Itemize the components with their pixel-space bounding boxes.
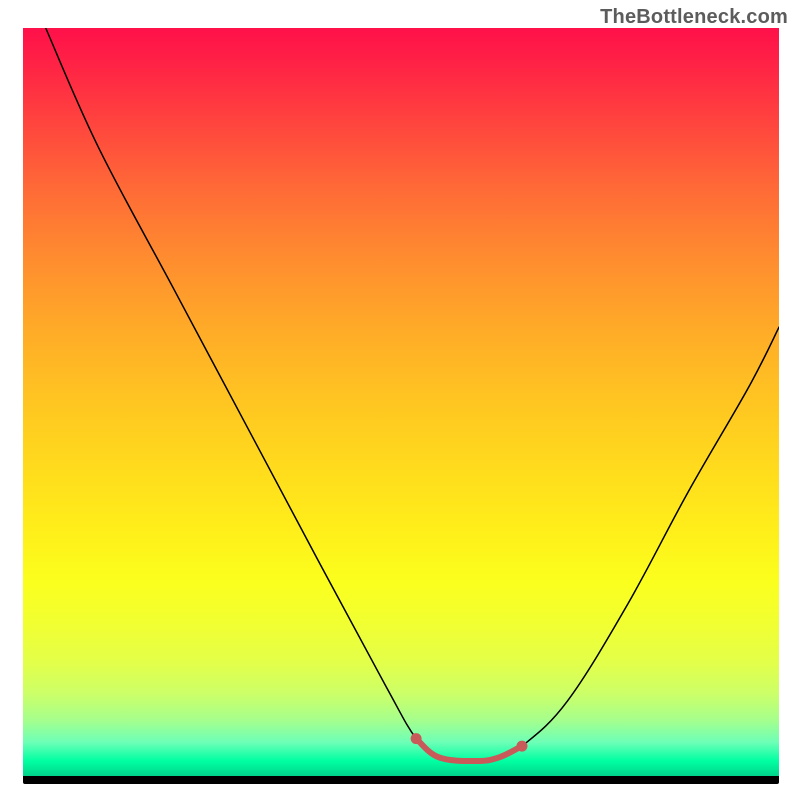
- watermark-label: TheBottleneck.com: [600, 6, 788, 29]
- chart-container: TheBottleneck.com: [0, 0, 800, 800]
- curve-layer: [23, 28, 779, 776]
- plot-area: [23, 28, 779, 776]
- highlight-segment: [416, 739, 522, 761]
- bottleneck-curve: [46, 28, 779, 761]
- highlight-start-dot: [411, 733, 422, 744]
- highlight-end-dot: [516, 741, 527, 752]
- plot-frame: [23, 28, 779, 784]
